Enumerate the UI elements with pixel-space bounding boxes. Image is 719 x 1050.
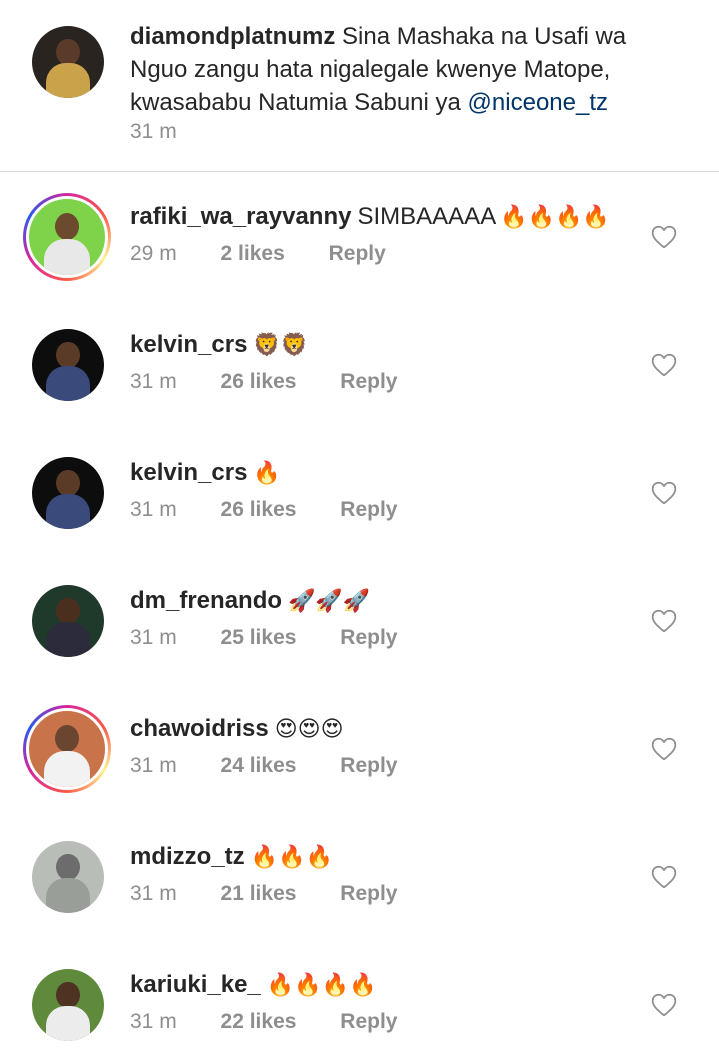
- comment-text: rafiki_wa_rayvanny SIMBAAAAA 🔥🔥🔥🔥: [130, 202, 610, 233]
- comment-time: 31 m: [130, 370, 177, 393]
- comment-likes[interactable]: 21 likes: [221, 882, 297, 906]
- comment-row: dm_frenando 🚀🚀🚀 31 m 25 likes Reply: [0, 556, 719, 684]
- comment-row: kelvin_crs 🔥 31 m 26 likes Reply: [0, 428, 719, 556]
- comment-emoji: 🦁🦁: [253, 333, 309, 358]
- avatar-image: [32, 457, 104, 529]
- commenter-avatar[interactable]: [32, 585, 104, 657]
- avatar-image: [26, 196, 108, 278]
- reply-button[interactable]: Reply: [340, 1010, 397, 1034]
- comment-text: kelvin_crs 🔥: [130, 458, 281, 489]
- comment-meta: 31 m 22 likes Reply: [130, 1010, 397, 1034]
- avatar-image: [26, 708, 108, 790]
- post-caption: diamondplatnumz Sina Mashaka na Usafi wa…: [0, 0, 719, 172]
- comment-emoji: 🔥: [253, 461, 281, 486]
- reply-button[interactable]: Reply: [340, 754, 397, 778]
- commenter-avatar[interactable]: [23, 193, 111, 281]
- comment-text: dm_frenando 🚀🚀🚀: [130, 586, 370, 617]
- heart-outline-icon[interactable]: [651, 737, 677, 761]
- comment-text: chawoidriss 😍😍😍: [130, 714, 344, 745]
- comment-time: 31 m: [130, 498, 177, 521]
- heart-outline-icon[interactable]: [651, 609, 677, 633]
- caption-username[interactable]: diamondplatnumz: [130, 23, 335, 50]
- comment-username[interactable]: kelvin_crs: [130, 331, 247, 358]
- comment-likes[interactable]: 26 likes: [221, 370, 297, 394]
- comment-meta: 31 m 26 likes Reply: [130, 498, 397, 522]
- comment-time: 31 m: [130, 754, 177, 777]
- caption-mention[interactable]: @niceone_tz: [468, 89, 608, 116]
- reply-button[interactable]: Reply: [340, 626, 397, 650]
- comment-username[interactable]: dm_frenando: [130, 587, 282, 614]
- commenter-avatar[interactable]: [32, 969, 104, 1041]
- comment-meta: 29 m 2 likes Reply: [130, 242, 386, 266]
- comment-time: 31 m: [130, 1010, 177, 1033]
- comment-likes[interactable]: 22 likes: [221, 1010, 297, 1034]
- comment-likes[interactable]: 25 likes: [221, 626, 297, 650]
- comment-meta: 31 m 25 likes Reply: [130, 626, 397, 650]
- comment-emoji: 🔥🔥🔥: [250, 845, 333, 870]
- comment-username[interactable]: kariuki_ke_: [130, 971, 261, 998]
- comment-text: kariuki_ke_ 🔥🔥🔥🔥: [130, 970, 376, 1001]
- comment-row: rafiki_wa_rayvanny SIMBAAAAA 🔥🔥🔥🔥 29 m 2 l…: [0, 172, 719, 300]
- comment-list: rafiki_wa_rayvanny SIMBAAAAA 🔥🔥🔥🔥 29 m 2 l…: [0, 172, 719, 1050]
- caption-time: 31 m: [130, 120, 177, 143]
- comment-emoji: 😍😍😍: [274, 717, 344, 742]
- avatar-image: [32, 969, 104, 1041]
- commenter-avatar[interactable]: [32, 841, 104, 913]
- heart-outline-icon[interactable]: [651, 481, 677, 505]
- comment-text: kelvin_crs 🦁🦁: [130, 330, 308, 361]
- comment-likes[interactable]: 24 likes: [221, 754, 297, 778]
- reply-button[interactable]: Reply: [340, 370, 397, 394]
- heart-outline-icon[interactable]: [651, 865, 677, 889]
- comment-time: 31 m: [130, 882, 177, 905]
- commenter-avatar[interactable]: [32, 329, 104, 401]
- comment-username[interactable]: mdizzo_tz: [130, 843, 245, 870]
- comment-time: 31 m: [130, 626, 177, 649]
- comment-username[interactable]: chawoidriss: [130, 715, 269, 742]
- comment-likes[interactable]: 26 likes: [221, 498, 297, 522]
- comment-row: chawoidriss 😍😍😍 31 m 24 likes Reply: [0, 684, 719, 812]
- commenter-avatar[interactable]: [32, 457, 104, 529]
- reply-button[interactable]: Reply: [340, 882, 397, 906]
- heart-outline-icon[interactable]: [651, 353, 677, 377]
- avatar-image: [32, 841, 104, 913]
- comment-emoji: 🔥🔥🔥🔥: [500, 205, 610, 230]
- comment-username[interactable]: kelvin_crs: [130, 459, 247, 486]
- comment-meta: 31 m 24 likes Reply: [130, 754, 397, 778]
- comment-username[interactable]: rafiki_wa_rayvanny: [130, 203, 351, 230]
- reply-button[interactable]: Reply: [340, 498, 397, 522]
- comment-time: 29 m: [130, 242, 177, 265]
- comment-row: kelvin_crs 🦁🦁 31 m 26 likes Reply: [0, 300, 719, 428]
- comments-screen: diamondplatnumz Sina Mashaka na Usafi wa…: [0, 0, 719, 1050]
- comment-body: SIMBAAAAA: [357, 203, 497, 230]
- comment-emoji: 🔥🔥🔥🔥: [266, 973, 377, 998]
- avatar-image: [32, 329, 104, 401]
- reply-button[interactable]: Reply: [329, 242, 386, 266]
- comment-likes[interactable]: 2 likes: [221, 242, 285, 266]
- avatar-image: [32, 585, 104, 657]
- caption-text: diamondplatnumz Sina Mashaka na Usafi wa…: [130, 20, 690, 119]
- heart-outline-icon[interactable]: [651, 225, 677, 249]
- comment-text: mdizzo_tz 🔥🔥🔥: [130, 842, 333, 873]
- comment-meta: 31 m 21 likes Reply: [130, 882, 397, 906]
- caption-author-avatar[interactable]: [32, 26, 104, 98]
- comment-meta: 31 m 26 likes Reply: [130, 370, 397, 394]
- avatar-image: [32, 26, 104, 98]
- comment-row: kariuki_ke_ 🔥🔥🔥🔥 31 m 22 likes Reply: [0, 940, 719, 1050]
- comment-emoji: 🚀🚀🚀: [288, 589, 371, 614]
- heart-outline-icon[interactable]: [651, 993, 677, 1017]
- comment-row: mdizzo_tz 🔥🔥🔥 31 m 21 likes Reply: [0, 812, 719, 940]
- commenter-avatar[interactable]: [23, 705, 111, 793]
